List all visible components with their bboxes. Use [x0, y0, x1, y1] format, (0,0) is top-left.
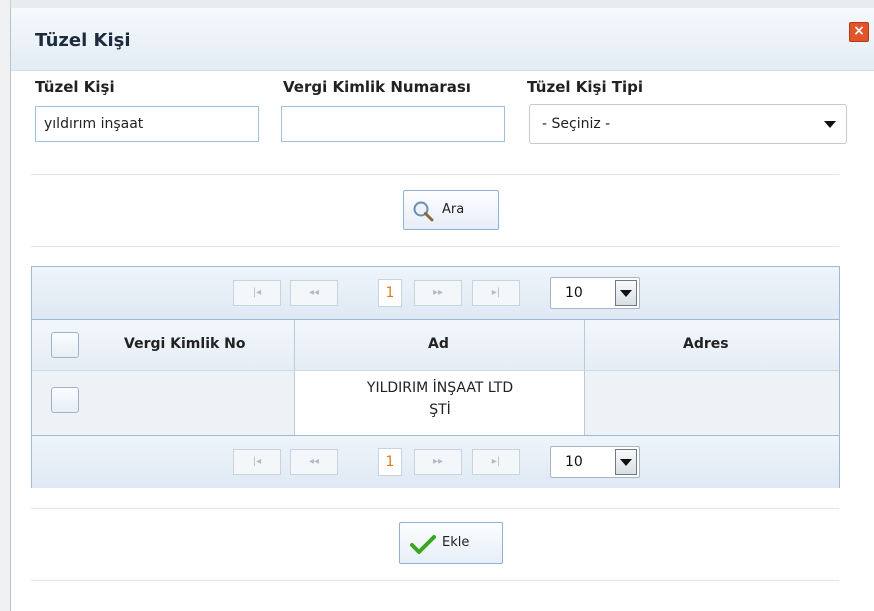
checkmark-icon: [410, 535, 436, 554]
name-input[interactable]: [35, 106, 259, 142]
chevron-down-icon[interactable]: [615, 280, 637, 306]
select-all-checkbox[interactable]: [51, 332, 79, 358]
next-page-button[interactable]: ▸▸: [414, 280, 462, 306]
page-size-value: 10: [565, 454, 583, 470]
next-page-button[interactable]: ▸▸: [414, 449, 462, 475]
table-header: Vergi Kimlik No Ad Adres: [32, 320, 839, 371]
column-header-adres[interactable]: Adres: [683, 336, 729, 352]
page-size-value: 10: [565, 285, 583, 301]
search-button[interactable]: Ara: [403, 190, 499, 230]
tax-number-input[interactable]: [281, 106, 505, 142]
last-page-button[interactable]: ▸|: [472, 280, 520, 306]
ad-value-line2: ŞTİ: [429, 402, 451, 418]
divider: [31, 174, 839, 175]
name-label: Tüzel Kişi: [35, 78, 115, 96]
pager-top: |◂ ◂◂ 1 ▸▸ ▸| 10: [32, 267, 839, 320]
type-select[interactable]: - Seçiniz -: [529, 104, 847, 144]
current-page-input[interactable]: 1: [378, 279, 402, 307]
pager-bottom: |◂ ◂◂ 1 ▸▸ ▸| 10: [32, 435, 839, 488]
tuzel-kisi-dialog: Tüzel Kişi × Tüzel Kişi Vergi Kimlik Num…: [10, 8, 874, 611]
row-checkbox[interactable]: [51, 387, 79, 413]
last-page-button[interactable]: ▸|: [472, 449, 520, 475]
divider: [31, 508, 839, 509]
column-divider: [584, 371, 585, 435]
background-window: [0, 0, 874, 8]
dialog-title: Tüzel Kişi: [35, 30, 131, 51]
page-size-select[interactable]: 10: [550, 446, 640, 478]
type-select-value: - Seçiniz -: [542, 116, 611, 132]
column-divider: [294, 320, 295, 370]
divider: [31, 246, 839, 247]
tax-number-label: Vergi Kimlik Numarası: [283, 78, 471, 96]
add-button[interactable]: Ekle: [399, 522, 503, 564]
column-header-vergi-kimlik-no[interactable]: Vergi Kimlik No: [124, 336, 246, 352]
results-grid: |◂ ◂◂ 1 ▸▸ ▸| 10 Vergi Kimlik No Ad Adre…: [31, 266, 840, 488]
first-page-button[interactable]: |◂: [233, 280, 281, 306]
close-button[interactable]: ×: [849, 22, 869, 42]
type-label: Tüzel Kişi Tipi: [527, 78, 644, 96]
current-page-input[interactable]: 1: [378, 448, 402, 476]
page-size-select[interactable]: 10: [550, 277, 640, 309]
divider: [31, 580, 839, 581]
prev-page-button[interactable]: ◂◂: [290, 449, 338, 475]
table-row[interactable]: YILDIRIM İNŞAAT LTD ŞTİ: [32, 371, 839, 435]
ad-cell: YILDIRIM İNŞAAT LTD ŞTİ: [295, 371, 585, 435]
prev-page-button[interactable]: ◂◂: [290, 280, 338, 306]
ad-value-line1: YILDIRIM İNŞAAT LTD: [366, 380, 514, 396]
ad-value: YILDIRIM İNŞAAT LTD ŞTİ: [295, 377, 585, 421]
column-divider: [584, 320, 585, 370]
chevron-down-icon: [824, 121, 836, 128]
first-page-button[interactable]: |◂: [233, 449, 281, 475]
search-button-label: Ara: [442, 202, 465, 217]
add-button-label: Ekle: [442, 535, 470, 550]
magnifier-icon: [413, 201, 434, 222]
chevron-down-icon[interactable]: [615, 449, 637, 475]
dialog-titlebar: Tüzel Kişi ×: [11, 8, 874, 71]
column-header-ad[interactable]: Ad: [428, 336, 449, 352]
